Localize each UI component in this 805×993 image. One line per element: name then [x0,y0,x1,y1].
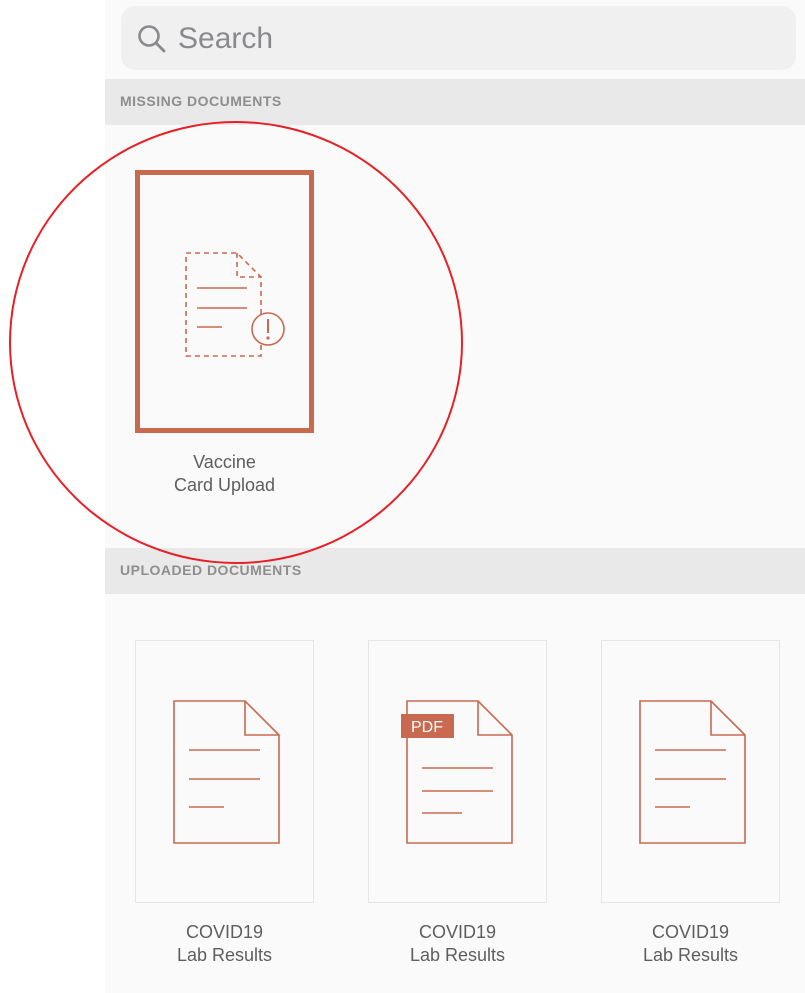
missing-documents-header: MISSING DOCUMENTS [105,79,805,125]
missing-document-card[interactable] [135,170,314,433]
documents-screen: Search MISSING DOCUMENTS Vaccine Card Up… [105,0,805,993]
document-icon [639,700,746,844]
search-placeholder: Search [178,22,274,55]
tile-label-line2: Lab Results [642,945,739,965]
covid19-lab-results-pdf-tile[interactable]: PDF COVID19 Lab Results [368,640,547,967]
tile-label: COVID19 Lab Results [135,921,314,967]
tile-label: COVID19 Lab Results [368,921,547,967]
document-card[interactable] [135,640,314,903]
vaccine-card-upload-tile[interactable]: Vaccine Card Upload [135,170,314,497]
tile-label-line2: Lab Results [176,945,273,965]
tile-label-line1: Vaccine [193,452,256,472]
pdf-document-card[interactable]: PDF [368,640,547,903]
document-icon [173,700,280,844]
section-title: MISSING DOCUMENTS [120,93,282,109]
pdf-document-icon: PDF [401,700,513,844]
covid19-lab-results-tile[interactable]: COVID19 Lab Results [601,640,780,967]
tile-label-line2: Lab Results [409,945,506,965]
document-card[interactable] [601,640,780,903]
search-icon [138,25,166,53]
search-bar[interactable]: Search [121,6,796,70]
tile-label-line1: COVID19 [185,922,264,942]
tile-label-line1: COVID19 [651,922,730,942]
tile-label: Vaccine Card Upload [135,451,314,497]
missing-document-icon [185,252,285,357]
section-title: UPLOADED DOCUMENTS [120,562,302,578]
tile-label-line1: COVID19 [418,922,497,942]
pdf-badge-text: PDF [411,719,443,736]
uploaded-documents-header: UPLOADED DOCUMENTS [105,548,805,594]
tile-label-line2: Card Upload [173,475,276,495]
covid19-lab-results-tile[interactable]: COVID19 Lab Results [135,640,314,967]
tile-label: COVID19 Lab Results [601,921,780,967]
